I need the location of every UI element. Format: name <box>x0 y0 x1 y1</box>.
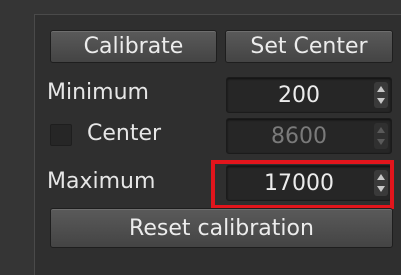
highlight-box <box>211 160 394 209</box>
set-center-button[interactable]: Set Center <box>225 30 393 63</box>
triangle-up-icon[interactable] <box>377 86 385 92</box>
triangle-down-icon[interactable] <box>377 98 385 104</box>
minimum-stepper[interactable] <box>374 82 388 108</box>
center-label: Center <box>87 121 162 146</box>
center-value: 8600 <box>271 123 327 149</box>
minimum-value[interactable]: 200 <box>227 78 371 112</box>
calibrate-button[interactable]: Calibrate <box>50 30 217 63</box>
triangle-down-icon <box>377 139 385 145</box>
minimum-label: Minimum <box>47 80 149 105</box>
maximum-label: Maximum <box>47 169 156 194</box>
minimum-spinbox[interactable]: 200 <box>226 77 392 113</box>
center-stepper <box>374 123 388 149</box>
center-spinbox[interactable]: 8600 <box>226 118 392 154</box>
center-checkbox[interactable] <box>50 124 72 146</box>
reset-calibration-button[interactable]: Reset calibration <box>50 208 393 248</box>
triangle-up-icon <box>377 127 385 133</box>
